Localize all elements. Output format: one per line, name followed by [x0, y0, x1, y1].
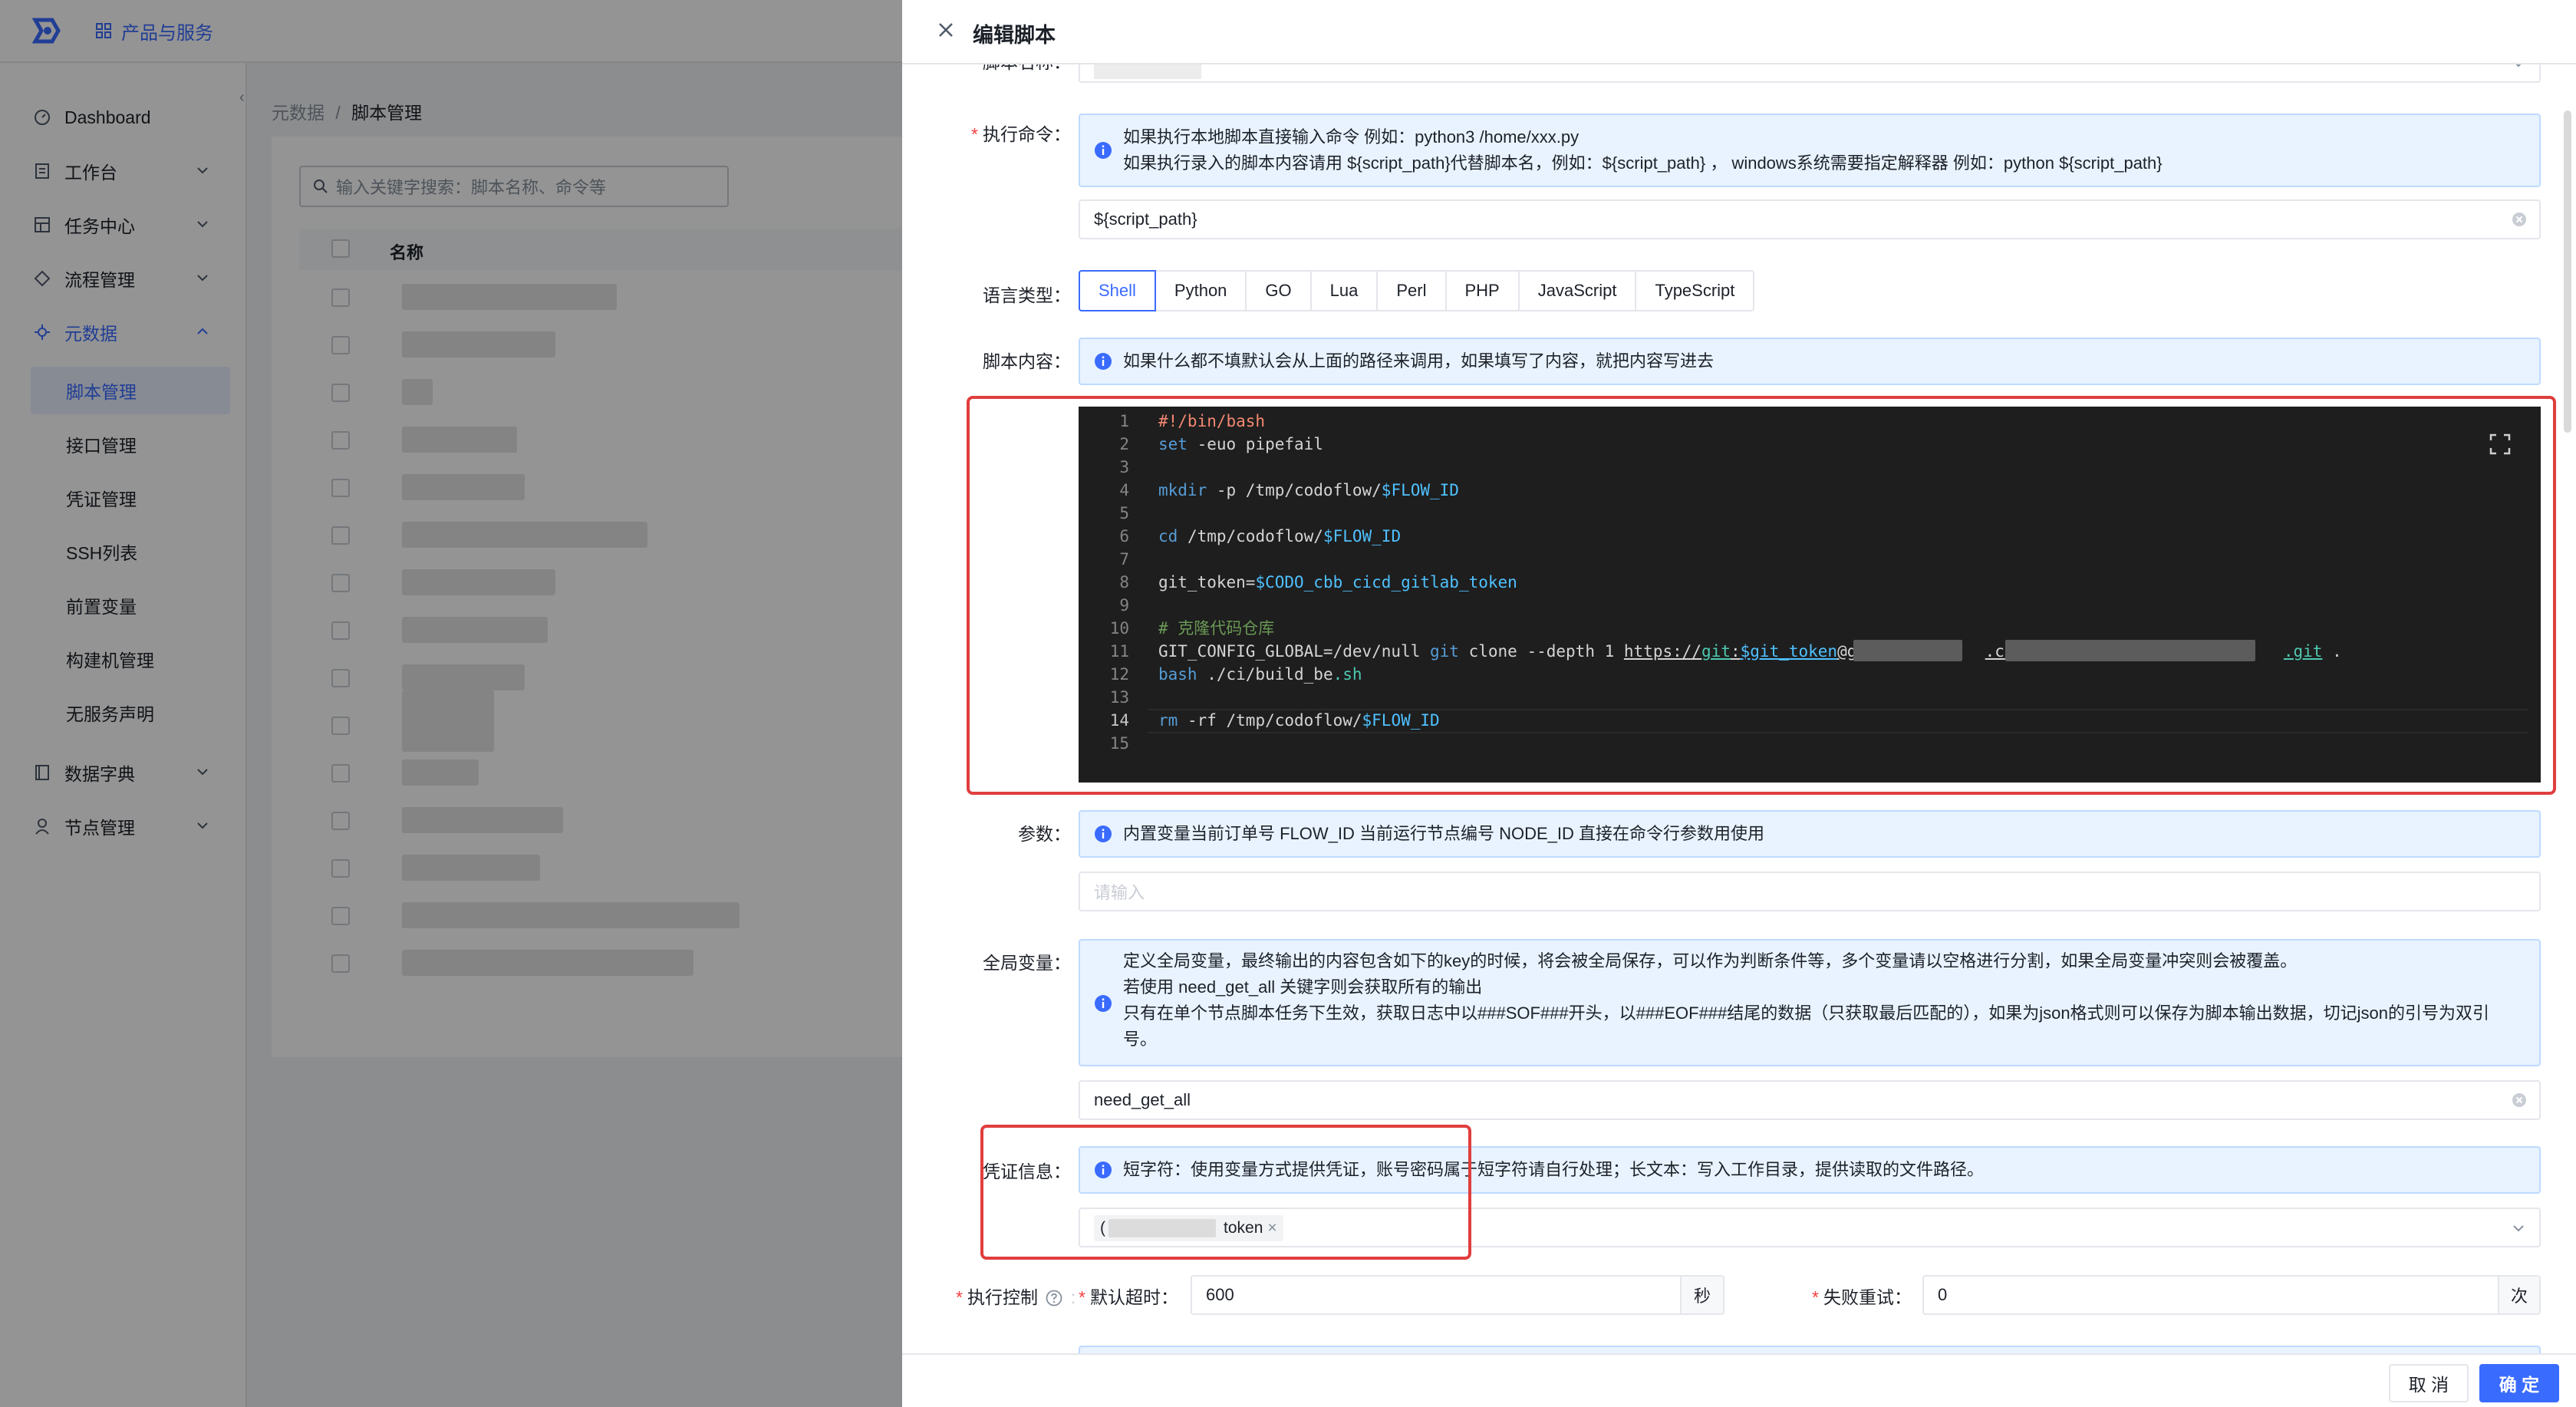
info-icon [1095, 142, 1112, 159]
script-name-label: *脚本名称： [902, 64, 1071, 74]
drawer-title: 编辑脚本 [973, 24, 1056, 47]
next-section-tip [1079, 1346, 2541, 1353]
exec-cmd-tip: 如果执行本地脚本直接输入命令 例如：python3 /home/xxx.py 如… [1079, 114, 2541, 187]
annotation-highlight-box [967, 396, 2556, 795]
drawer-header: 编辑脚本 [902, 0, 2576, 64]
exec-control-label: * 执行控制 : [956, 1287, 1076, 1307]
clear-icon[interactable] [2512, 1092, 2527, 1108]
lang-option-shell[interactable]: Shell [1079, 270, 1156, 311]
lang-option-typescript[interactable]: TypeScript [1635, 270, 1755, 311]
blurred-script-name [1094, 64, 1201, 79]
lang-option-python[interactable]: Python [1154, 270, 1247, 311]
globals-tip-line1: 定义全局变量，最终输出的内容包含如下的key的时候，将会被全局保存，可以作为判断… [1123, 951, 2298, 970]
params-tip-text: 内置变量当前订单号 FLOW_ID 当前运行节点编号 NODE_ID 直接在命令… [1123, 824, 1765, 843]
lang-option-javascript[interactable]: JavaScript [1517, 270, 1637, 311]
params-input[interactable]: 请输入 [1079, 872, 2541, 911]
info-icon [1095, 995, 1112, 1012]
globals-input[interactable]: need_get_all [1079, 1080, 2541, 1120]
lang-option-perl[interactable]: Perl [1376, 270, 1447, 311]
content-label: 脚本内容： [983, 351, 1071, 371]
params-placeholder: 请输入 [1094, 883, 1145, 902]
params-label: 参数： [1018, 824, 1071, 844]
timeout-value: 600 [1206, 1285, 1234, 1304]
lang-radio-group: Shell Python GO Lua Perl PHP JavaScript … [1079, 270, 1755, 311]
globals-label: 全局变量： [983, 953, 1071, 973]
timeout-unit: 秒 [1680, 1275, 1724, 1315]
script-name-input[interactable] [1079, 64, 2541, 83]
drawer-footer: 取 消 确 定 [902, 1353, 2576, 1407]
exec-cmd-tip-line1: 如果执行本地脚本直接输入命令 例如：python3 /home/xxx.py [1123, 127, 1580, 147]
clear-icon[interactable] [2512, 212, 2527, 227]
exec-cmd-label: * 执行命令： [971, 124, 1071, 144]
params-tip: 内置变量当前订单号 FLOW_ID 当前运行节点编号 NODE_ID 直接在命令… [1079, 810, 2541, 858]
retry-value: 0 [1938, 1285, 1948, 1304]
content-tip-text: 如果什么都不填默认会从上面的路径来调用，如果填写了内容，就把内容写进去 [1123, 351, 1715, 371]
edit-script-drawer: 编辑脚本 *脚本名称： *执行命令： 如果执行本地脚本直接输入命令 例如：pyt… [902, 0, 2576, 1407]
exec-cmd-tip-line2: 如果执行录入的脚本内容请用 ${script_path}代替脚本名，例如：${s… [1123, 153, 2163, 173]
content-tip: 如果什么都不填默认会从上面的路径来调用，如果填写了内容，就把内容写进去 [1079, 338, 2541, 385]
lang-option-php[interactable]: PHP [1444, 270, 1520, 311]
chevron-down-icon [2513, 1225, 2524, 1232]
timeout-label: * 默认超时： [1079, 1287, 1178, 1307]
drawer-scrollbar-thumb[interactable] [2564, 110, 2571, 433]
globals-tip-line2: 若使用 need_get_all 关键字则会获取所有的输出 [1123, 977, 1483, 997]
confirm-button[interactable]: 确 定 [2479, 1364, 2559, 1402]
help-icon[interactable] [1046, 1290, 1062, 1306]
globals-tip-line3: 只有在单个节点脚本任务下生效，获取日志中以###SOF###开头，以###EOF… [1123, 1003, 2489, 1023]
retry-unit: 次 [2498, 1275, 2541, 1315]
info-icon [1095, 353, 1112, 370]
lang-option-go[interactable]: GO [1245, 270, 1312, 311]
timeout-input[interactable]: 600 [1191, 1275, 1682, 1315]
retry-input[interactable]: 0 [1922, 1275, 2499, 1315]
lang-option-lua[interactable]: Lua [1309, 270, 1379, 311]
info-icon [1095, 825, 1112, 842]
globals-value: need_get_all [1094, 1090, 1191, 1109]
chevron-down-icon [2515, 64, 2522, 68]
exec-cmd-value: ${script_path} [1094, 209, 1197, 229]
globals-tip-line4: 号。 [1123, 1030, 1158, 1049]
annotation-highlight-box [980, 1125, 1471, 1260]
cancel-button[interactable]: 取 消 [2389, 1364, 2469, 1402]
retry-label: * 失败重试： [1812, 1287, 1912, 1307]
exec-cmd-input[interactable]: ${script_path} [1079, 199, 2541, 239]
close-icon[interactable] [934, 18, 957, 41]
drawer-body[interactable]: *脚本名称： *执行命令： 如果执行本地脚本直接输入命令 例如：python3 … [902, 64, 2576, 1353]
globals-tip: 定义全局变量，最终输出的内容包含如下的key的时候，将会被全局保存，可以作为判断… [1079, 939, 2541, 1066]
lang-label: 语言类型： [983, 285, 1071, 305]
